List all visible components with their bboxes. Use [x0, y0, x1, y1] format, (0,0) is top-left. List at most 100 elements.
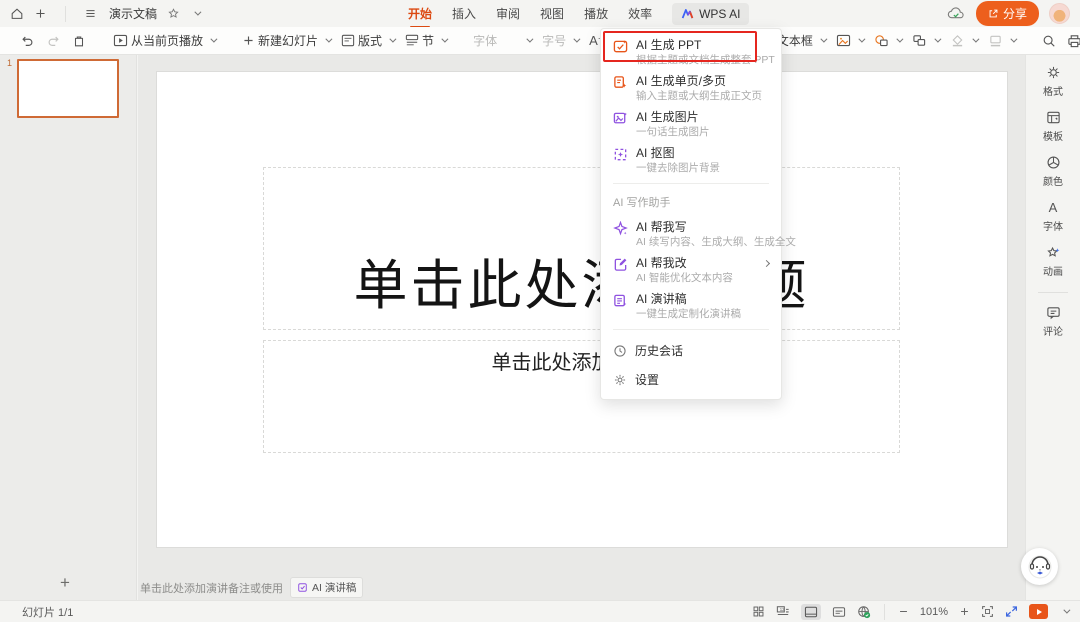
redo-button[interactable]: [46, 34, 61, 48]
font-icon: A: [1049, 200, 1058, 215]
home-icon[interactable]: [10, 7, 24, 21]
play-options-chevron-icon[interactable]: [1063, 607, 1070, 614]
sidebar-item-comment[interactable]: 评论: [1043, 305, 1063, 338]
clipboard-icon[interactable]: [72, 34, 86, 48]
menu-item-title: AI 生成图片: [636, 110, 769, 125]
document-title: 演示文稿: [109, 5, 157, 22]
play-slideshow-button[interactable]: [1029, 604, 1048, 619]
insert-image-button[interactable]: [836, 34, 863, 47]
menu-item-ai-help-write[interactable]: AI 帮我写 AI 续写内容、生成大纲、生成全文: [601, 215, 781, 251]
grid-view-button[interactable]: [752, 605, 765, 618]
sidebar-label: 评论: [1043, 323, 1063, 338]
ribbon-tabs: 开始 插入 审阅 视图 播放 效率 WPS AI: [408, 0, 749, 27]
tab-review[interactable]: 审阅: [496, 5, 520, 22]
sidebar-item-font[interactable]: A 字体: [1043, 200, 1063, 233]
slide-thumbnail-1[interactable]: [17, 59, 119, 118]
sidebar-divider: [1038, 292, 1068, 293]
new-tab-icon[interactable]: [34, 7, 47, 20]
right-sidebar: 格式 模板 颜色 A 字体 动画 评论: [1025, 55, 1080, 600]
editing-canvas: 单击此处添加标题 单击此处添加副标题 单击此处添加演讲备注或使用 AI 演讲稿: [138, 55, 1025, 600]
menu-item-title: AI 帮我写: [636, 220, 796, 235]
zoom-level[interactable]: 101%: [920, 606, 948, 618]
ai-generate-pages-icon: [613, 75, 628, 90]
insert-shape-button[interactable]: [874, 34, 901, 47]
history-clock-icon: [613, 344, 627, 358]
tab-play[interactable]: 播放: [584, 5, 608, 22]
ai-help-revise-icon: [613, 257, 628, 272]
title-placeholder-box[interactable]: 单击此处添加标题: [263, 167, 900, 330]
plus-icon: [242, 34, 255, 47]
cloud-sync-icon[interactable]: [947, 6, 966, 21]
layout-button[interactable]: 版式: [341, 32, 394, 49]
sidebar-item-animation[interactable]: 动画: [1043, 245, 1063, 278]
play-from-current-button[interactable]: 从当前页播放: [113, 32, 215, 49]
font-family-select[interactable]: 字体: [473, 32, 531, 49]
tab-efficiency[interactable]: 效率: [628, 5, 652, 22]
zoom-out-button[interactable]: [898, 606, 909, 617]
menu-hamburger-icon[interactable]: [84, 7, 97, 20]
arrange-button[interactable]: [912, 34, 939, 47]
add-slide-button[interactable]: +: [60, 574, 70, 591]
settings-gear-icon: [613, 373, 627, 387]
font-size-select[interactable]: 字号: [542, 32, 578, 49]
notes-bar[interactable]: 单击此处添加演讲备注或使用 AI 演讲稿: [140, 577, 363, 598]
zoom-in-button[interactable]: [959, 606, 970, 617]
tab-insert[interactable]: 插入: [452, 5, 476, 22]
slide-counter: 幻灯片 1/1: [22, 604, 73, 620]
play-slideshow-icon: [113, 34, 128, 47]
template-icon: [1046, 110, 1061, 125]
menu-item-subtitle: 一句话生成图片: [636, 126, 769, 139]
menu-item-settings[interactable]: 设置: [601, 365, 781, 394]
menu-item-subtitle: 根据主题或文档生成整套 PPT: [636, 54, 775, 67]
sidebar-item-color[interactable]: 颜色: [1043, 155, 1063, 188]
user-avatar[interactable]: [1049, 3, 1070, 24]
menu-item-ai-matting[interactable]: AI 抠图 一键去除图片背景: [601, 141, 781, 177]
language-check-icon[interactable]: [857, 605, 871, 619]
menu-item-subtitle: AI 智能优化文本内容: [636, 272, 760, 285]
menu-item-ai-generate-image[interactable]: AI 生成图片 一句话生成图片: [601, 105, 781, 141]
menu-item-ai-generate-pages[interactable]: AI 生成单页/多页 输入主题或大纲生成正文页: [601, 69, 781, 105]
menu-item-title: AI 演讲稿: [636, 292, 769, 307]
assistant-mascot-button[interactable]: [1021, 548, 1058, 585]
menu-item-title: AI 生成单页/多页: [636, 74, 769, 89]
outline-color-button[interactable]: [988, 34, 1015, 47]
font-family-label: 字体: [473, 32, 497, 49]
normal-view-button[interactable]: [801, 604, 821, 620]
sidebar-item-format[interactable]: 格式: [1043, 65, 1063, 98]
font-size-label: 字号: [542, 32, 566, 49]
new-slide-label: 新建幻灯片: [258, 32, 318, 49]
new-slide-button[interactable]: 新建幻灯片: [242, 32, 330, 49]
menu-item-subtitle: 输入主题或大纲生成正文页: [636, 90, 769, 103]
mascot-icon: [1027, 554, 1053, 580]
sidebar-label: 格式: [1043, 83, 1063, 98]
format-icon: [1046, 65, 1061, 80]
section-button[interactable]: 节: [405, 32, 446, 49]
menu-item-ai-speech-draft[interactable]: AI 演讲稿 一键生成定制化演讲稿: [601, 287, 781, 323]
fill-color-button[interactable]: [950, 34, 977, 47]
share-button[interactable]: 分享: [976, 1, 1039, 26]
tab-view[interactable]: 视图: [540, 5, 564, 22]
menu-divider: [613, 183, 769, 184]
print-button[interactable]: [1067, 34, 1080, 48]
tab-home[interactable]: 开始: [408, 5, 432, 22]
slide-canvas[interactable]: 单击此处添加标题 单击此处添加副标题: [157, 72, 1007, 547]
slide-sorter-button[interactable]: 12: [776, 605, 790, 618]
fit-slide-button[interactable]: [981, 605, 994, 618]
menu-item-ai-generate-ppt[interactable]: AI 生成 PPT 根据主题或文档生成整套 PPT: [601, 33, 781, 69]
favorite-star-icon[interactable]: [167, 7, 180, 20]
menu-item-ai-help-revise[interactable]: AI 帮我改 AI 智能优化文本内容: [601, 251, 781, 287]
comment-icon: [1046, 305, 1061, 320]
tab-wps-ai[interactable]: WPS AI: [672, 3, 749, 25]
subtitle-placeholder-box[interactable]: 单击此处添加副标题: [263, 340, 900, 453]
menu-item-subtitle: 一键去除图片背景: [636, 162, 769, 175]
undo-button[interactable]: [20, 34, 35, 48]
color-wheel-icon: [1046, 155, 1061, 170]
svg-text:12: 12: [780, 607, 785, 612]
notes-view-button[interactable]: [832, 606, 846, 618]
title-chevron-icon[interactable]: [194, 9, 201, 16]
ai-speech-button[interactable]: AI 演讲稿: [290, 577, 363, 598]
fullscreen-button[interactable]: [1005, 605, 1018, 618]
search-button[interactable]: [1042, 34, 1056, 48]
menu-item-history[interactable]: 历史会话: [601, 336, 781, 365]
sidebar-item-template[interactable]: 模板: [1043, 110, 1063, 143]
